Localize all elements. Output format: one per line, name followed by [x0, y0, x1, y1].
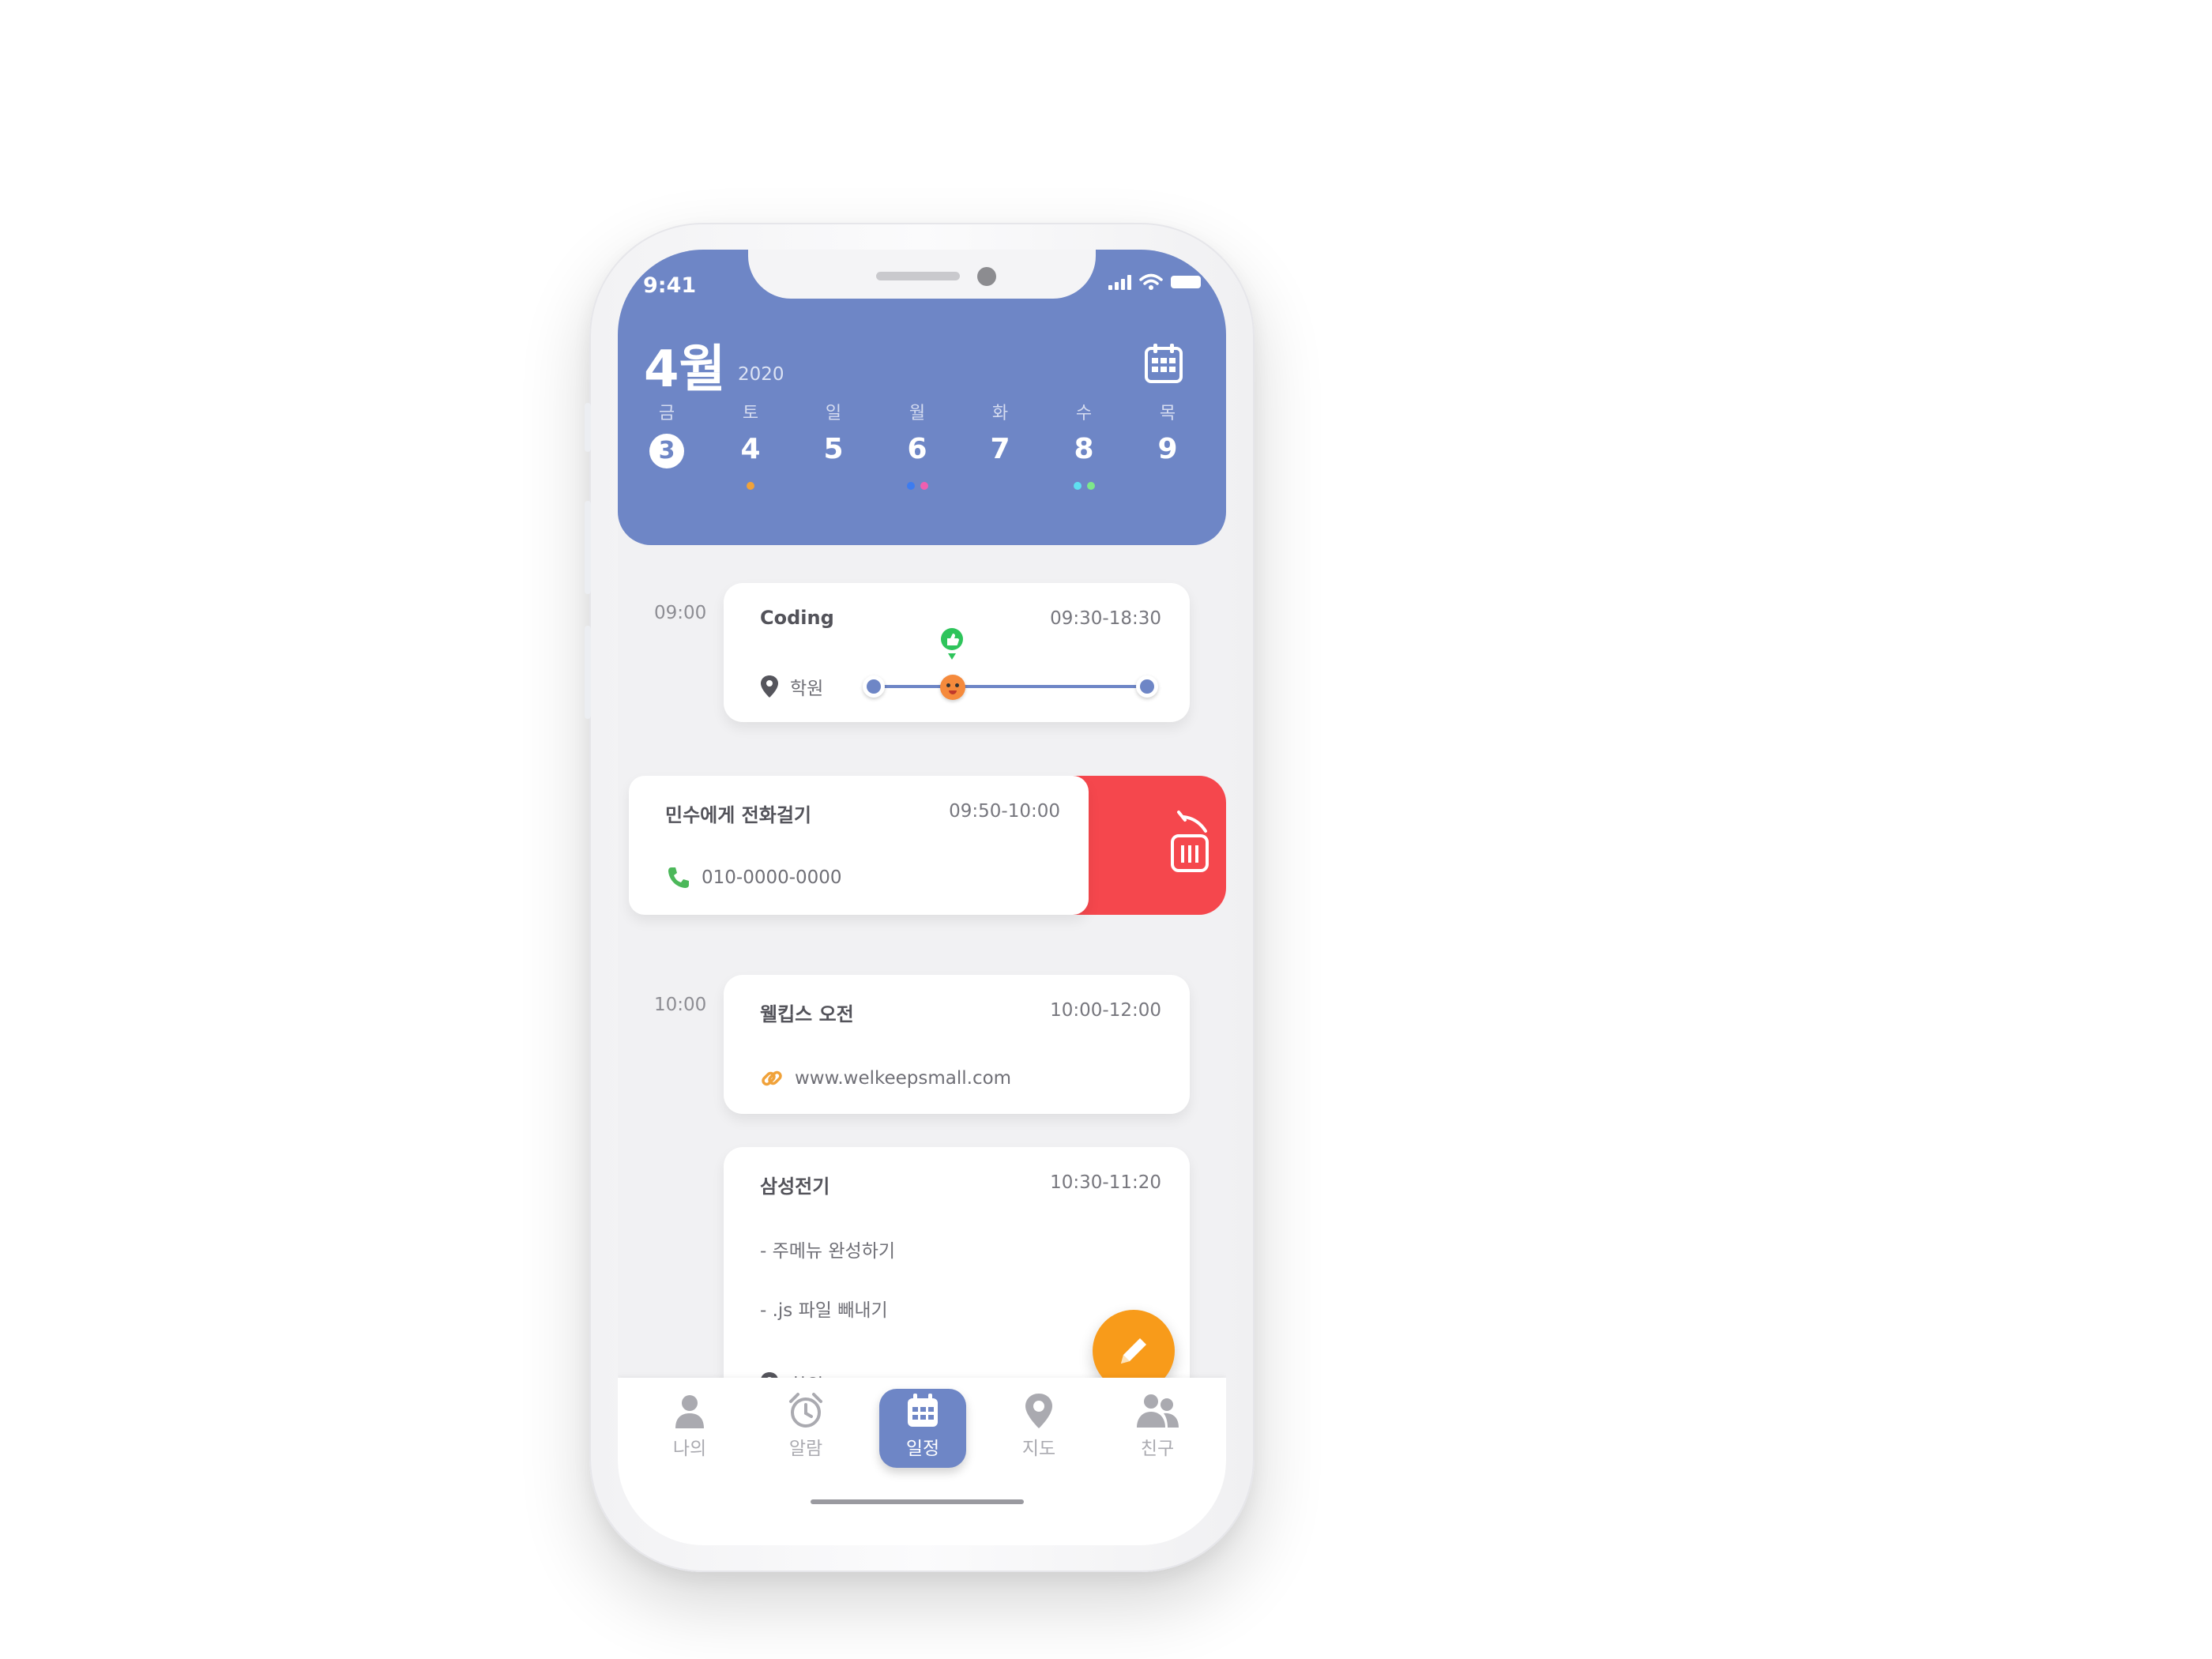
day-cell-wed[interactable]: 수 8	[1052, 400, 1115, 490]
wifi-icon	[1139, 273, 1163, 290]
weekday-label: 금	[658, 404, 675, 423]
date-label: 8	[1074, 433, 1094, 465]
tab-map[interactable]: 지도	[995, 1389, 1082, 1468]
weekday-label: 토	[742, 404, 759, 423]
event-time: 10:00-12:00	[1050, 1000, 1161, 1021]
event-card-coding[interactable]: Coding 09:30-18:30 학원	[724, 583, 1190, 722]
event-time: 10:30-11:20	[1050, 1172, 1161, 1193]
day-cell-thu[interactable]: 목 9	[1136, 400, 1199, 490]
time-label-1000: 10:00	[654, 995, 707, 1015]
tab-label: 나의	[672, 1439, 707, 1459]
event-title: Coding	[760, 607, 834, 629]
tab-label: 친구	[1140, 1439, 1175, 1459]
event-time: 09:50-10:00	[949, 801, 1060, 822]
day-cell-tue[interactable]: 화 7	[969, 400, 1032, 490]
event-card-welkeeps[interactable]: 웰킵스 오전 10:00-12:00 www.welkeepsmall.com	[724, 975, 1190, 1114]
event-title: 삼성전기	[760, 1176, 830, 1198]
task-item: - 주메뉴 완성하기	[760, 1241, 896, 1262]
date-label: 5	[823, 433, 844, 465]
event-card-call[interactable]: 민수에게 전화걸기 09:50-10:00 010-0000-0000	[629, 776, 1089, 915]
event-dot	[1073, 482, 1082, 490]
volume-down-button	[585, 626, 591, 719]
calendar-icon	[908, 1394, 938, 1427]
volume-up-button	[585, 501, 591, 594]
time-label-0900: 09:00	[654, 603, 707, 623]
event-time: 09:30-18:30	[1050, 608, 1161, 629]
link-url[interactable]: www.welkeepsmall.com	[795, 1068, 1011, 1089]
location-pin-icon	[761, 675, 778, 698]
day-cell-mon[interactable]: 월 6	[886, 400, 949, 490]
weekday-label: 월	[908, 404, 926, 423]
event-title: 민수에게 전화걸기	[665, 804, 811, 826]
front-camera	[977, 267, 996, 286]
event-dot	[747, 482, 754, 490]
date-label: 4	[740, 433, 761, 465]
trash-icon	[1171, 811, 1209, 872]
calendar-icon	[1145, 344, 1183, 383]
link-icon	[762, 1070, 782, 1086]
signal-icon	[1108, 274, 1131, 290]
weekday-label: 화	[991, 404, 1009, 423]
event-link: www.welkeepsmall.com	[760, 1066, 1011, 1090]
event-dots	[886, 482, 949, 490]
progress-start-dot	[863, 675, 885, 698]
phone-number[interactable]: 010-0000-0000	[702, 867, 842, 888]
calendar-view-button[interactable]	[1144, 342, 1183, 388]
weekday-label: 일	[825, 404, 842, 423]
location-label: 학원	[790, 679, 824, 699]
event-dots	[1136, 482, 1199, 490]
alarm-clock-icon	[789, 1393, 822, 1428]
thumbs-up-icon	[941, 628, 963, 660]
pencil-icon	[1121, 1338, 1146, 1364]
tab-friends[interactable]: 친구	[1114, 1389, 1201, 1468]
day-cell-sat[interactable]: 토 4	[719, 400, 782, 490]
tab-label: 지도	[1021, 1439, 1056, 1459]
event-location: 학원	[760, 673, 823, 700]
tab-schedule[interactable]: 일정	[879, 1389, 966, 1468]
phone-icon	[668, 867, 689, 888]
progress-track	[874, 685, 1147, 688]
date-label: 3	[649, 434, 684, 468]
event-dots	[635, 482, 698, 490]
progress-end-dot	[1136, 675, 1158, 698]
bottom-tab-bar: 나의 알람 일정 지도 친구	[618, 1378, 1226, 1545]
day-cell-fri[interactable]: 금 3	[635, 400, 698, 490]
event-dot	[1086, 482, 1095, 490]
event-dots	[1052, 482, 1115, 490]
weekday-label: 목	[1159, 404, 1176, 423]
progress-marker-emoji	[940, 675, 965, 700]
day-cell-sun[interactable]: 일 5	[802, 400, 865, 490]
phone-frame: 9:41 4월 2020 금 3 토 4 일 5 월 6 화 7 수 8 목 9…	[585, 223, 1255, 1572]
tab-label: 일정	[905, 1439, 940, 1459]
event-dot	[920, 482, 928, 490]
weekday-label: 수	[1075, 404, 1093, 423]
date-label: 9	[1157, 433, 1178, 465]
tab-alarm[interactable]: 알람	[762, 1389, 849, 1468]
task-item: - .js 파일 빼내기	[760, 1300, 888, 1321]
event-phone: 010-0000-0000	[667, 866, 842, 890]
tab-label: 알람	[788, 1439, 823, 1459]
event-dot	[906, 482, 915, 490]
event-title: 웰킵스 오전	[760, 1003, 854, 1025]
battery-icon	[1171, 276, 1201, 288]
tab-me[interactable]: 나의	[646, 1389, 733, 1468]
friends-icon	[1137, 1394, 1179, 1428]
speaker	[876, 272, 960, 280]
person-icon	[675, 1395, 704, 1428]
year-label: 2020	[738, 364, 784, 385]
month-title: 4월	[644, 340, 726, 399]
status-icons	[1108, 273, 1201, 291]
event-dots	[802, 482, 865, 490]
event-dots	[969, 482, 1032, 490]
date-label: 6	[907, 433, 927, 465]
event-dots	[719, 482, 782, 490]
location-pin-icon	[1025, 1394, 1052, 1428]
app-screen: 9:41 4월 2020 금 3 토 4 일 5 월 6 화 7 수 8 목 9…	[618, 250, 1226, 1545]
home-indicator[interactable]	[811, 1499, 1024, 1504]
date-label: 7	[990, 433, 1010, 465]
mute-switch	[585, 403, 591, 452]
status-time: 9:41	[643, 273, 697, 298]
